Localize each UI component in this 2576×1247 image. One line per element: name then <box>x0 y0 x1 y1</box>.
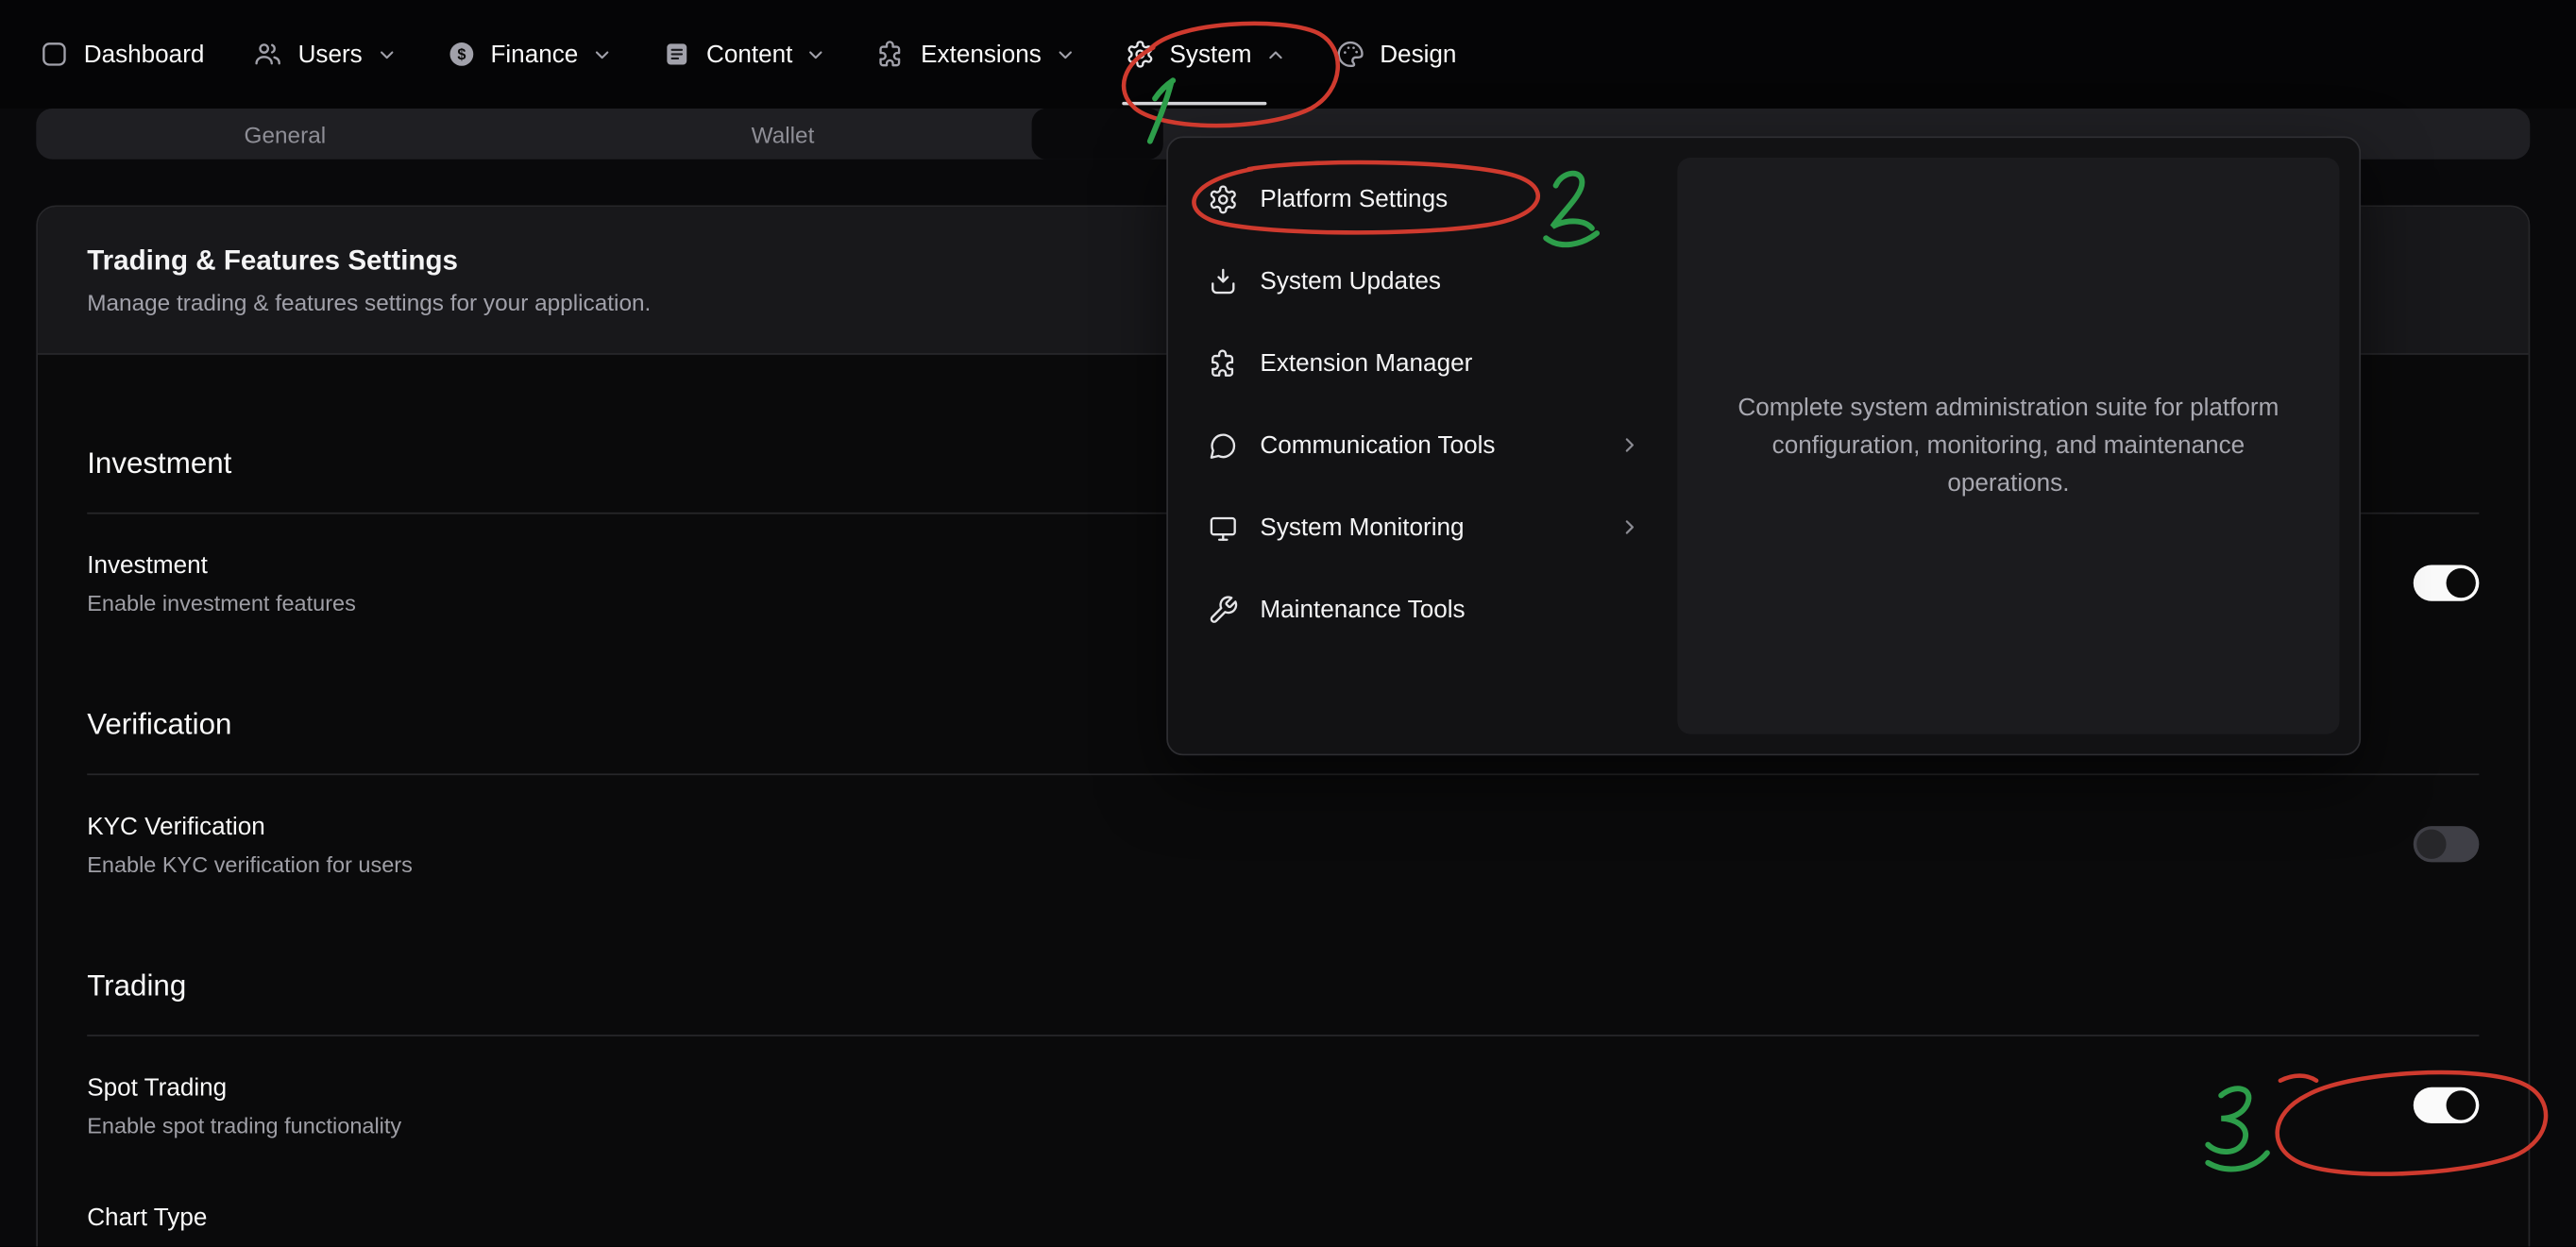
chevron-right-icon <box>1618 515 1641 538</box>
gear-icon <box>1208 183 1239 214</box>
setting-label: Investment <box>87 550 356 583</box>
menu-item-maintenance-tools[interactable]: Maintenance Tools <box>1188 568 1661 650</box>
dollar-circle-icon: $ <box>446 40 475 69</box>
nav-label: Finance <box>490 41 578 69</box>
chart-type-label: Chart Type <box>87 1204 2479 1232</box>
setting-label: Spot Trading <box>87 1072 401 1105</box>
menu-item-communication-tools[interactable]: Communication Tools <box>1188 404 1661 486</box>
chevron-right-icon <box>1618 433 1641 456</box>
chevron-up-icon <box>1264 43 1286 65</box>
users-icon <box>254 40 283 69</box>
palette-icon <box>1335 40 1364 69</box>
nav-item-finance[interactable]: $ Finance <box>446 40 612 69</box>
setting-row-text: Investment Enable investment features <box>87 550 356 616</box>
nav-label: Users <box>298 41 363 69</box>
toggle-knob <box>2416 830 2446 859</box>
chat-bubble-icon <box>1208 430 1239 461</box>
chevron-down-icon <box>1055 43 1076 65</box>
dashboard-icon <box>40 40 69 69</box>
monitor-icon <box>1208 512 1239 543</box>
section-trading: Trading Spot Trading Enable spot trading… <box>87 877 2479 1138</box>
nav-label: Dashboard <box>84 41 205 69</box>
setting-row-spot-trading: Spot Trading Enable spot trading functio… <box>87 1036 2479 1138</box>
chevron-down-icon <box>376 43 398 65</box>
puzzle-icon <box>1208 347 1239 379</box>
menu-item-system-monitoring[interactable]: System Monitoring <box>1188 486 1661 568</box>
toggle-knob <box>2447 568 2476 598</box>
setting-label: KYC Verification <box>87 811 413 844</box>
menu-item-label: System Monitoring <box>1260 514 1464 542</box>
puzzle-icon <box>876 40 906 69</box>
toggle-knob <box>2447 1090 2476 1120</box>
download-icon <box>1208 265 1239 296</box>
top-navigation: Dashboard Users $ Finance Content Extens… <box>0 0 2576 109</box>
setting-description: Enable spot trading functionality <box>87 1114 401 1138</box>
system-dropdown-menu: Platform Settings System Updates Extensi… <box>1166 136 2361 755</box>
gear-icon <box>1126 40 1155 69</box>
menu-item-label: System Updates <box>1260 267 1440 295</box>
section-title: Trading <box>87 966 2479 1005</box>
system-menu-description: Complete system administration suite for… <box>1710 389 2307 503</box>
nav-item-content[interactable]: Content <box>662 40 827 69</box>
setting-description: Enable KYC verification for users <box>87 852 413 877</box>
kyc-toggle[interactable] <box>2414 826 2480 862</box>
menu-item-label: Maintenance Tools <box>1260 596 1465 624</box>
chevron-down-icon <box>805 43 827 65</box>
nav-label: System <box>1169 41 1251 69</box>
nav-label: Content <box>706 41 792 69</box>
setting-row-kyc: KYC Verification Enable KYC verification… <box>87 775 2479 877</box>
nav-item-users[interactable]: Users <box>254 40 398 69</box>
setting-description: Enable investment features <box>87 591 356 615</box>
menu-item-label: Communication Tools <box>1260 431 1495 460</box>
system-menu-description-panel: Complete system administration suite for… <box>1677 158 2339 734</box>
nav-item-extensions[interactable]: Extensions <box>876 40 1076 69</box>
menu-item-label: Platform Settings <box>1260 185 1448 213</box>
nav-item-system[interactable]: System <box>1126 40 1287 69</box>
tab-active[interactable] <box>1032 109 1163 160</box>
menu-item-system-updates[interactable]: System Updates <box>1188 240 1661 322</box>
system-menu-list: Platform Settings System Updates Extensi… <box>1188 158 1661 734</box>
nav-label: Design <box>1380 41 1456 69</box>
nav-label: Extensions <box>921 41 1042 69</box>
svg-text:$: $ <box>457 46 466 63</box>
nav-item-design[interactable]: Design <box>1335 40 1456 69</box>
tab-general[interactable]: General <box>36 121 534 147</box>
menu-item-extension-manager[interactable]: Extension Manager <box>1188 322 1661 404</box>
nav-item-dashboard[interactable]: Dashboard <box>40 40 205 69</box>
menu-item-label: Extension Manager <box>1260 349 1472 378</box>
wrench-icon <box>1208 594 1239 625</box>
tab-wallet[interactable]: Wallet <box>534 121 1031 147</box>
setting-row-text: Spot Trading Enable spot trading functio… <box>87 1072 401 1138</box>
investment-toggle[interactable] <box>2414 565 2480 600</box>
app-root: Dashboard Users $ Finance Content Extens… <box>0 0 2576 1247</box>
setting-row-text: KYC Verification Enable KYC verification… <box>87 811 413 877</box>
chevron-down-icon <box>591 43 613 65</box>
spot-trading-toggle[interactable] <box>2414 1087 2480 1123</box>
menu-item-platform-settings[interactable]: Platform Settings <box>1188 158 1661 240</box>
document-icon <box>662 40 691 69</box>
